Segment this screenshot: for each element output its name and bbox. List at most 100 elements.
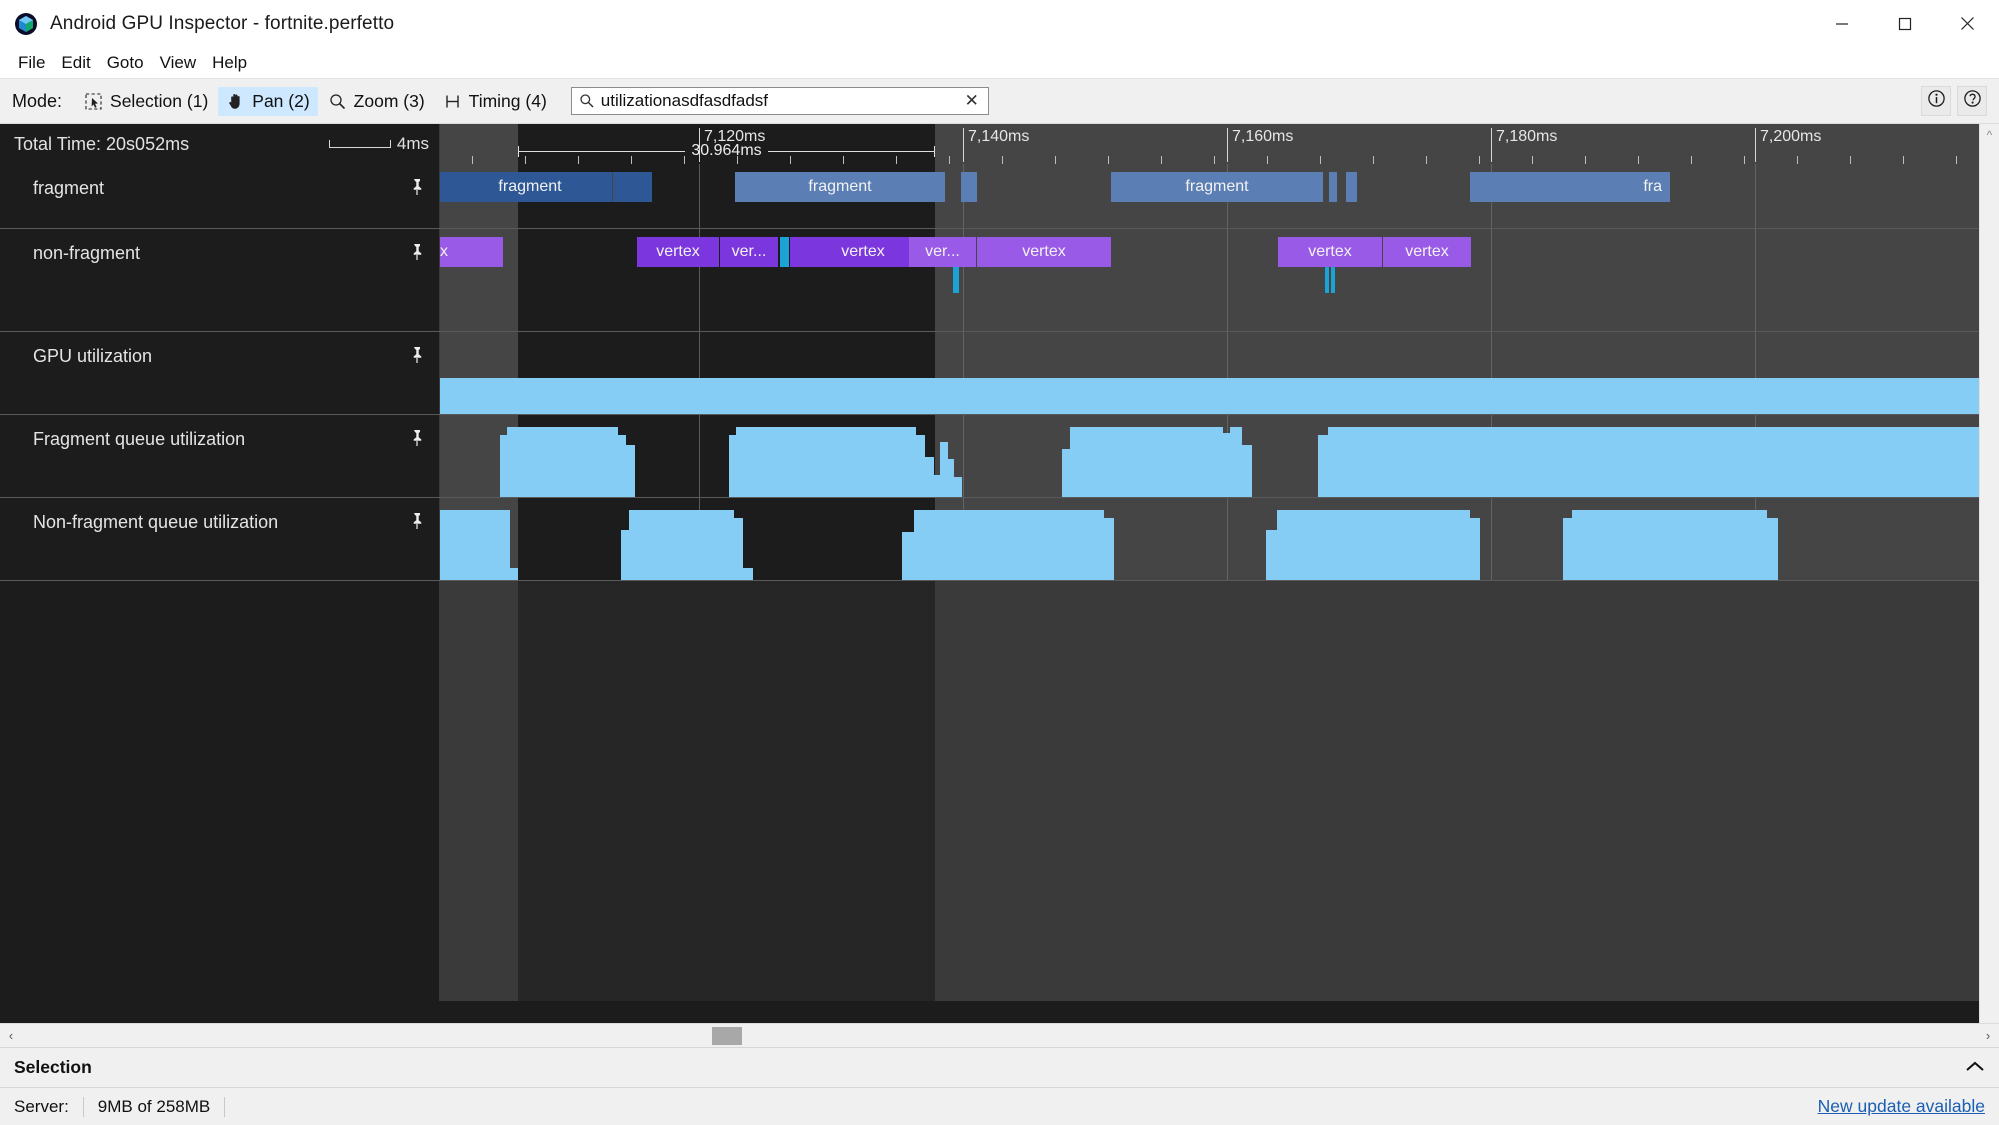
track-fragment[interactable]: fragment fragment fragment fragment fra … [0,164,1979,229]
total-time-label: Total Time: 20s052ms [14,133,190,154]
track-body-gpu-utilization[interactable] [440,332,1979,414]
minor-tick [1320,156,1321,164]
track-header-non-fragment-queue-utilization[interactable]: Non-fragment queue utilization [0,498,440,580]
horizontal-scroll-track[interactable] [22,1024,1977,1048]
chevron-up-icon[interactable] [1965,1058,1985,1078]
slice-fragment[interactable] [1346,172,1357,202]
track-body-fragment-queue-utilization[interactable] [440,415,1979,497]
scroll-right-button[interactable]: › [1977,1028,1999,1043]
track-body-non-fragment-queue-utilization[interactable] [440,498,1979,580]
track-fragment-queue-utilization[interactable]: Fragment queue utilization [0,415,1979,498]
menu-goto[interactable]: Goto [99,51,152,75]
scroll-left-button[interactable]: ‹ [0,1028,22,1043]
mode-timing-button[interactable]: Timing (4) [435,87,555,116]
slice-vertex[interactable]: vertex [1278,237,1382,267]
track-empty-area[interactable] [0,581,1979,1001]
utilization-area [1070,427,1223,497]
mode-zoom-label: Zoom (3) [353,90,425,111]
slice-marker[interactable] [1325,267,1329,293]
slice-vertex[interactable]: vertex [637,237,719,267]
slice-marker[interactable] [780,237,789,267]
utilization-area [916,435,925,497]
slice-vertex[interactable]: vertex [1383,237,1471,267]
track-body-non-fragment[interactable]: x vertex ver... vertex ver... vertex ver… [440,229,1979,331]
minor-tick [949,156,950,164]
chevron-up-icon[interactable]: ^ [1987,124,1993,142]
utilization-area [914,510,1104,580]
help-button[interactable] [1957,86,1987,116]
pin-icon[interactable] [409,346,425,364]
timeline-canvas[interactable]: 7,120ms 7,140ms 7,160ms 7,180ms 7,200ms … [0,124,1979,1023]
tick-label: 7,180ms [1491,128,1557,162]
pin-icon[interactable] [409,178,425,196]
slice-fragment[interactable] [1329,172,1337,202]
utilization-area [621,530,629,580]
slice-vertex[interactable]: x [440,237,503,267]
close-button[interactable] [1936,0,1999,48]
slice-fragment[interactable]: fragment [735,172,945,202]
track-non-fragment[interactable]: x vertex ver... vertex ver... vertex ver… [0,229,1979,332]
track-body-empty[interactable] [440,581,1979,1001]
menu-help[interactable]: Help [204,51,255,75]
horizontal-scrollbar[interactable]: ‹ › [0,1023,1999,1047]
utilization-area [440,510,510,580]
track-label: Non-fragment queue utilization [33,512,279,532]
update-available-link[interactable]: New update available [1818,1096,1985,1117]
mode-selection-button[interactable]: Selection (1) [76,87,216,116]
maximize-button[interactable] [1873,0,1936,48]
utilization-area [1747,381,1761,414]
slice-fragment[interactable] [640,172,652,202]
slice-vertex[interactable]: ver... [720,237,778,267]
track-header-fragment-queue-utilization[interactable]: Fragment queue utilization [0,415,440,497]
track-header-empty [0,581,440,1001]
search-box[interactable]: utilizationasdfasdfadsf ✕ [570,87,989,115]
track-list: fragment fragment fragment fragment fra … [0,164,1979,1023]
search-input[interactable]: utilizationasdfasdfadsf [601,91,963,111]
status-bar: Server: 9MB of 258MB New update availabl… [0,1087,1999,1125]
scale-bar [328,140,391,148]
measure-cap-right [934,145,936,157]
slice-vertex[interactable]: vertex [977,237,1111,267]
utilization-area [729,435,736,497]
window-title: Android GPU Inspector - fortnite.perfett… [50,12,395,34]
slice-vertex[interactable]: ver... [909,237,976,267]
utilization-area [930,381,938,414]
time-ruler[interactable]: 7,120ms 7,140ms 7,160ms 7,180ms 7,200ms … [0,124,1979,164]
minor-tick [1108,156,1109,164]
track-header-non-fragment[interactable]: non-fragment [0,229,440,331]
track-header-gpu-utilization[interactable]: GPU utilization [0,332,440,414]
track-label: non-fragment [33,243,141,263]
menu-edit[interactable]: Edit [53,51,98,75]
slice-fragment[interactable]: fragment [1111,172,1323,202]
minimize-button[interactable] [1810,0,1873,48]
horizontal-scroll-thumb[interactable] [712,1026,742,1045]
gridline [1491,498,1492,580]
selection-measure: 30.964ms [518,142,936,159]
track-body-fragment[interactable]: fragment fragment fragment fragment fra [440,164,1979,228]
track-label: fragment [33,178,105,198]
slice-fragment[interactable]: fra [1470,172,1670,202]
slice-fragment[interactable]: fragment [440,172,652,202]
menu-bar: File Edit Goto View Help [0,48,1999,79]
menu-file[interactable]: File [10,51,53,75]
utilization-area [500,435,507,497]
slice-fragment[interactable] [961,172,977,202]
mode-zoom-button[interactable]: Zoom (3) [320,87,433,116]
pin-icon[interactable] [409,429,425,447]
mode-selection-label: Selection (1) [110,90,209,111]
slice-marker[interactable] [953,267,959,293]
track-non-fragment-queue-utilization[interactable]: Non-fragment queue utilization [0,498,1979,581]
cube-icon [14,12,38,36]
pin-icon[interactable] [409,512,425,530]
track-header-fragment[interactable]: fragment [0,164,440,228]
vertical-scrollbar[interactable]: ^ [1979,124,1999,1023]
track-gpu-utilization[interactable]: GPU utilization [0,332,1979,415]
mode-pan-button[interactable]: Pan (2) [218,86,318,116]
pin-icon[interactable] [409,243,425,261]
clear-search-icon[interactable]: ✕ [963,91,981,110]
utilization-area [1064,510,1072,580]
menu-view[interactable]: View [152,51,205,75]
gridline [963,415,964,497]
info-button[interactable] [1921,86,1951,116]
slice-marker[interactable] [1331,267,1335,293]
